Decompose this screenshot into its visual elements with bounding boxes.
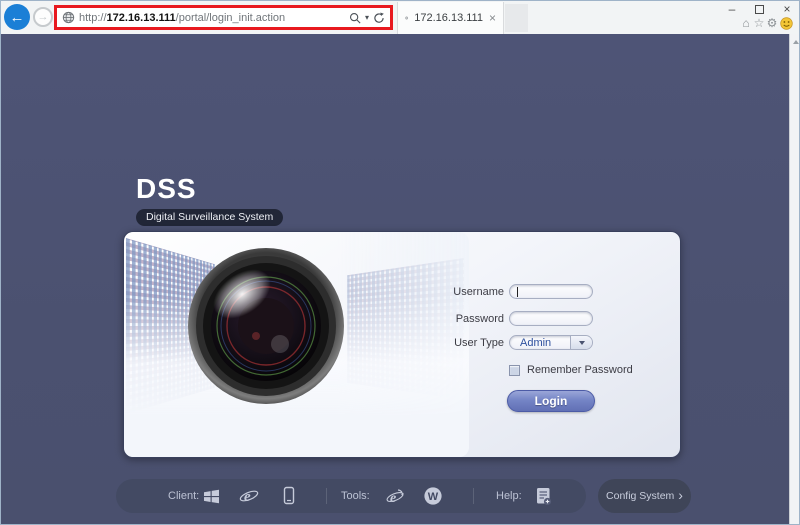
user-type-value: Admin [520, 337, 552, 349]
favorites-glyph: ☆ [753, 16, 765, 30]
user-type-select[interactable]: Admin [509, 335, 593, 350]
help-label: Help: [496, 490, 522, 502]
minimize-icon: – [728, 2, 736, 16]
w-console-icon[interactable]: W [423, 486, 443, 506]
url-domain: 172.16.13.111 [106, 11, 176, 24]
chevron-down-icon [578, 340, 585, 345]
camera-illustration [124, 232, 469, 457]
app-subtitle-badge: Digital Surveillance System [136, 209, 284, 226]
login-page: DSS Digital Surveillance System Username… [1, 34, 799, 524]
browser-toolbar: ← → http://172.16.13.111/portal/login_in… [1, 1, 799, 34]
remember-password-label: Remember Password [527, 364, 633, 376]
scroll-up-icon [793, 40, 799, 44]
forward-icon: → [37, 10, 49, 23]
back-icon: ← [9, 8, 25, 26]
username-input[interactable] [509, 284, 593, 299]
close-icon: × [783, 2, 791, 16]
login-panel: Username Password User Type Admin Rememb… [123, 231, 681, 458]
feedback-smiley-icon[interactable] [779, 16, 793, 30]
remember-password-checkbox[interactable] [509, 365, 520, 376]
url-path: /portal/login_init.action [175, 11, 286, 24]
windows-icon[interactable] [201, 486, 221, 506]
settings-icon[interactable]: ⚙ [765, 16, 779, 30]
settings-glyph: ⚙ [766, 16, 778, 30]
globe-icon [405, 16, 409, 20]
app-logo: DSS Digital Surveillance System [136, 173, 284, 226]
username-label: Username [453, 286, 504, 298]
chevron-right-icon: › [678, 487, 683, 503]
minimize-button[interactable]: – [723, 2, 741, 16]
ie-tool-icon[interactable]: e [386, 486, 406, 506]
user-type-label: User Type [454, 337, 504, 349]
user-type-dropdown-button[interactable] [570, 336, 592, 349]
browser-window: ← → http://172.16.13.111/portal/login_in… [0, 0, 800, 525]
camera-lens-image [188, 248, 344, 404]
url-scheme: http:// [79, 11, 107, 24]
browser-tab[interactable]: 172.16.13.111 × [397, 2, 504, 34]
search-dropdown-icon[interactable]: ▾ [365, 13, 369, 22]
text-cursor [517, 287, 518, 297]
favorites-icon[interactable]: ☆ [752, 16, 766, 30]
mobile-phone-icon[interactable] [279, 486, 299, 506]
footer-toolbar: Client: e Tools: e W Help: [116, 479, 586, 513]
page-scrollbar[interactable] [789, 34, 799, 524]
forward-button[interactable]: → [33, 7, 53, 27]
search-icon[interactable] [349, 12, 361, 24]
home-icon[interactable]: ⌂ [739, 16, 753, 30]
tab-close-icon[interactable]: × [489, 11, 496, 25]
url-text[interactable]: http://172.16.13.111/portal/login_init.a… [79, 12, 285, 24]
maximize-icon [754, 4, 764, 14]
password-input[interactable] [509, 311, 593, 326]
footer-divider [326, 488, 327, 504]
config-system-button[interactable]: Config System › [598, 479, 691, 513]
back-button[interactable]: ← [4, 4, 30, 30]
password-label: Password [455, 313, 504, 325]
tools-label: Tools: [341, 490, 370, 502]
client-label: Client: [168, 490, 200, 502]
globe-icon [62, 11, 75, 24]
config-system-label: Config System [606, 490, 675, 502]
refresh-icon[interactable] [373, 12, 385, 24]
help-document-icon[interactable] [533, 486, 553, 506]
login-button[interactable]: Login [507, 390, 595, 412]
address-bar[interactable]: http://172.16.13.111/portal/login_init.a… [54, 5, 393, 30]
app-title: DSS [136, 173, 197, 204]
home-glyph: ⌂ [742, 16, 750, 30]
tab-title: 172.16.13.111 [414, 12, 483, 24]
footer-divider [473, 488, 474, 504]
new-tab-button[interactable] [505, 4, 528, 32]
ie-browser-icon[interactable]: e [239, 486, 259, 506]
close-button[interactable]: × [778, 2, 796, 16]
maximize-button[interactable] [750, 2, 768, 16]
svg-text:W: W [428, 491, 439, 503]
login-button-label: Login [534, 394, 568, 408]
